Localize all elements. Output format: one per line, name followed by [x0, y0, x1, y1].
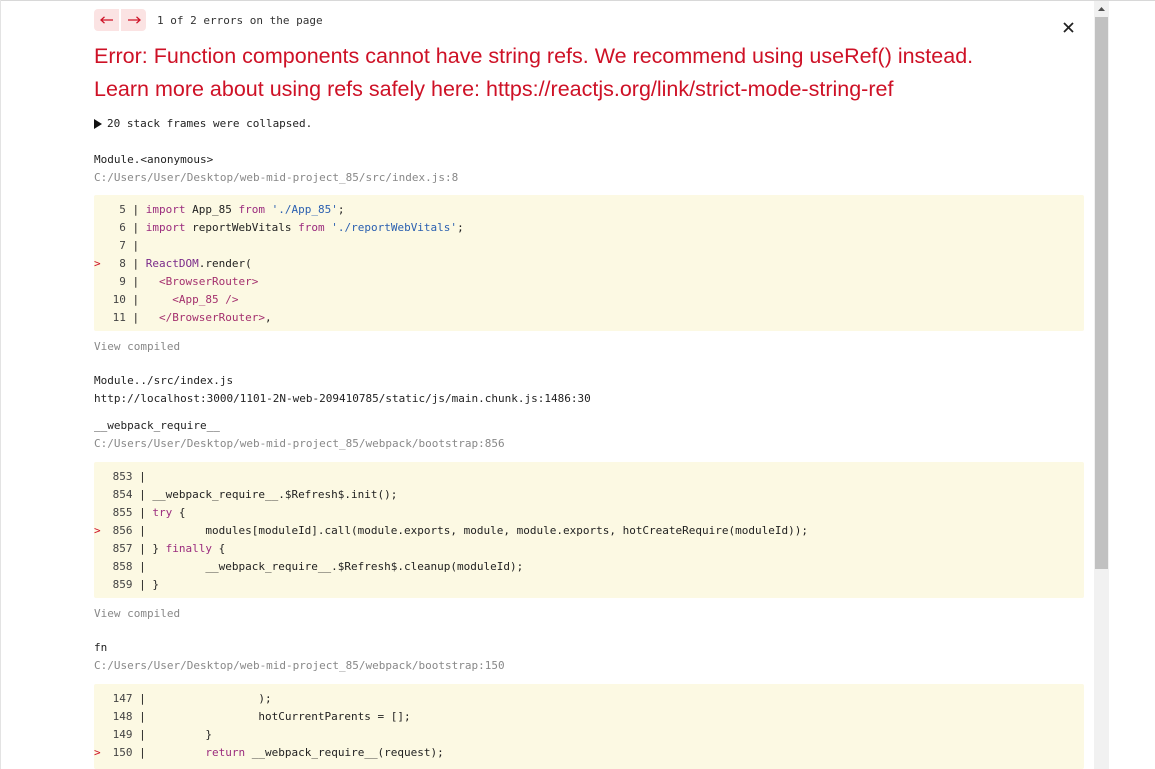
stack-frame-function-name: Module.<anonymous>	[94, 153, 214, 166]
code-line: 9 | <BrowserRouter>	[119, 275, 259, 288]
stack-frame-file-path[interactable]: C:/Users/User/Desktop/web-mid-project_85…	[94, 659, 505, 672]
scroll-up-arrow-icon[interactable]	[1094, 3, 1109, 15]
code-line: 854 | __webpack_require__.$Refresh$.init…	[112, 488, 398, 501]
stack-frame-function-name: fn	[94, 641, 108, 654]
window-left-border	[0, 0, 1, 769]
window-top-border	[0, 0, 1155, 1]
stack-frame-file-path[interactable]: C:/Users/User/Desktop/web-mid-project_85…	[94, 171, 458, 184]
arrow-right-icon	[127, 16, 141, 24]
error-navigation-header: 1 of 2 errors on the page	[94, 9, 323, 31]
code-line: 5 | import App_85 from './App_85';	[119, 203, 345, 216]
code-line: 853 |	[112, 470, 146, 483]
view-compiled-link[interactable]: View compiled	[94, 340, 180, 353]
code-line: 10 | <App_85 />	[112, 293, 239, 306]
code-line: 858 | __webpack_require__.$Refresh$.clea…	[112, 560, 524, 573]
stack-frame-function-name: Module../src/index.js	[94, 374, 234, 387]
next-error-button[interactable]	[121, 9, 146, 31]
code-line: 857 | } finally {	[112, 542, 226, 555]
expand-triangle-icon	[94, 118, 102, 129]
error-title: Error: Function components cannot have s…	[94, 40, 1084, 106]
error-count-label: 1 of 2 errors on the page	[157, 13, 323, 27]
view-compiled-link[interactable]: View compiled	[94, 607, 180, 620]
code-line-highlighted: > 150 | return __webpack_require__(reque…	[94, 746, 444, 759]
code-line: 859 | }	[112, 578, 159, 591]
error-message-line-2: Learn more about using refs safely here:…	[94, 77, 894, 101]
code-line: 148 | hotCurrentParents = [];	[112, 710, 411, 723]
code-line: 149 | }	[112, 728, 212, 741]
stack-frame-file-path[interactable]: http://localhost:3000/1101-2N-web-209410…	[94, 392, 591, 405]
code-snippet: 853 | 854 | __webpack_require__.$Refresh…	[94, 462, 1084, 598]
close-overlay-button[interactable]	[1057, 16, 1079, 38]
scrollbar-thumb[interactable]	[1095, 17, 1108, 569]
close-icon	[1062, 21, 1074, 33]
code-snippet: 5 | import App_85 from './App_85'; 6 | i…	[94, 195, 1084, 331]
collapsed-frames-label: 20 stack frames were collapsed.	[107, 117, 313, 130]
error-navigation-buttons	[94, 9, 146, 31]
vertical-scrollbar[interactable]	[1094, 1, 1109, 769]
code-snippet: 147 | ); 148 | hotCurrentParents = []; 1…	[94, 684, 1084, 769]
collapsed-frames-toggle[interactable]: 20 stack frames were collapsed.	[94, 117, 312, 130]
stack-frame-function-name: __webpack_require__	[94, 419, 220, 432]
code-line: 6 | import reportWebVitals from './repor…	[119, 221, 464, 234]
stack-frame-file-path[interactable]: C:/Users/User/Desktop/web-mid-project_85…	[94, 437, 505, 450]
code-line: 11 | </BrowserRouter>,	[112, 311, 272, 324]
code-line: 147 | );	[112, 692, 272, 705]
previous-error-button[interactable]	[94, 9, 119, 31]
code-line: 7 |	[119, 239, 140, 252]
code-line-highlighted: > 856 | modules[moduleId].call(module.ex…	[94, 524, 809, 537]
error-message-line-1: Error: Function components cannot have s…	[94, 44, 974, 68]
arrow-left-icon	[99, 16, 113, 24]
code-line: 855 | try {	[112, 506, 186, 519]
code-line-highlighted: > 8 | ReactDOM.render(	[94, 257, 252, 270]
